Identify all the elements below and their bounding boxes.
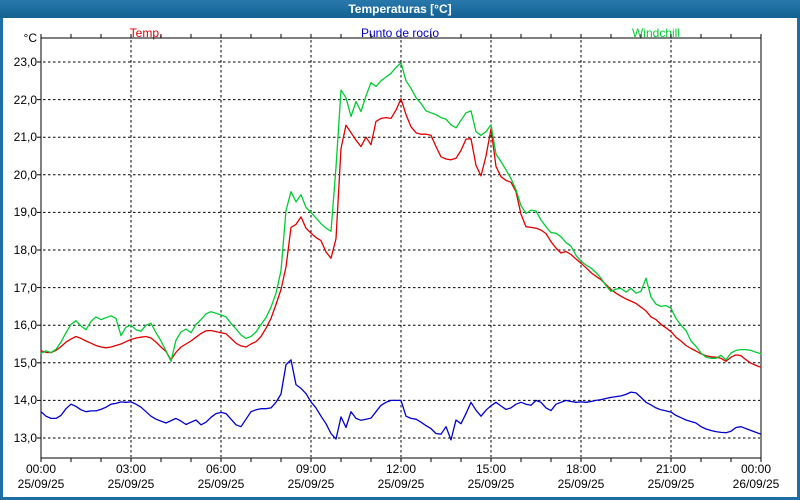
x-axis-time: 00:00 bbox=[714, 462, 798, 477]
weather-chart-window: Temperaturas [°C] Temp. Punto de rocío W… bbox=[0, 0, 800, 500]
x-axis-label: 09:0025/09/25 bbox=[269, 462, 353, 492]
x-axis-time: 09:00 bbox=[269, 462, 353, 477]
x-axis-time: 06:00 bbox=[179, 462, 263, 477]
y-axis-label: 22,0 bbox=[0, 93, 37, 107]
legend-item-temp: Temp. bbox=[100, 26, 192, 40]
chart-panel bbox=[3, 18, 797, 497]
y-axis-label: 19,0 bbox=[0, 205, 37, 219]
x-axis-date: 25/09/25 bbox=[89, 477, 173, 492]
y-axis-label: 14,0 bbox=[0, 393, 37, 407]
window-title-bar: Temperaturas [°C] bbox=[0, 0, 800, 18]
y-axis-label: 23,0 bbox=[0, 55, 37, 69]
y-axis-label: 15,0 bbox=[0, 356, 37, 370]
x-axis-label: 12:0025/09/25 bbox=[359, 462, 443, 492]
x-axis-date: 25/09/25 bbox=[269, 477, 353, 492]
chart-legend: Temp. Punto de rocío Windchill bbox=[0, 26, 800, 41]
x-axis-date: 26/09/25 bbox=[714, 477, 798, 492]
x-axis-date: 25/09/25 bbox=[359, 477, 443, 492]
legend-item-windchill: Windchill bbox=[600, 26, 712, 40]
y-axis-label: 17,0 bbox=[0, 281, 37, 295]
x-axis-label: 15:0025/09/25 bbox=[449, 462, 533, 492]
x-axis-label: 06:0025/09/25 bbox=[179, 462, 263, 492]
window-title: Temperaturas [°C] bbox=[348, 2, 451, 16]
x-axis-time: 00:00 bbox=[0, 462, 83, 477]
x-axis-label: 00:0025/09/25 bbox=[0, 462, 83, 492]
x-axis-time: 18:00 bbox=[539, 462, 623, 477]
legend-item-dewpoint: Punto de rocío bbox=[328, 26, 472, 40]
x-axis-date: 25/09/25 bbox=[539, 477, 623, 492]
y-axis-label: 18,0 bbox=[0, 243, 37, 257]
x-axis-label: 00:0026/09/25 bbox=[714, 462, 798, 492]
y-axis-label: 13,0 bbox=[0, 431, 37, 445]
x-axis-time: 21:00 bbox=[629, 462, 713, 477]
x-axis-time: 12:00 bbox=[359, 462, 443, 477]
x-axis-label: 18:0025/09/25 bbox=[539, 462, 623, 492]
x-axis-label: 03:0025/09/25 bbox=[89, 462, 173, 492]
x-axis-time: 03:00 bbox=[89, 462, 173, 477]
x-axis-date: 25/09/25 bbox=[0, 477, 83, 492]
x-axis-date: 25/09/25 bbox=[179, 477, 263, 492]
x-axis-date: 25/09/25 bbox=[449, 477, 533, 492]
x-axis-label: 21:0025/09/25 bbox=[629, 462, 713, 492]
y-axis-label: 20,0 bbox=[0, 168, 37, 182]
x-axis-date: 25/09/25 bbox=[629, 477, 713, 492]
y-axis-label: 21,0 bbox=[0, 130, 37, 144]
x-axis-time: 15:00 bbox=[449, 462, 533, 477]
y-axis-label: 16,0 bbox=[0, 318, 37, 332]
y-axis-unit-label: °C bbox=[0, 31, 37, 45]
